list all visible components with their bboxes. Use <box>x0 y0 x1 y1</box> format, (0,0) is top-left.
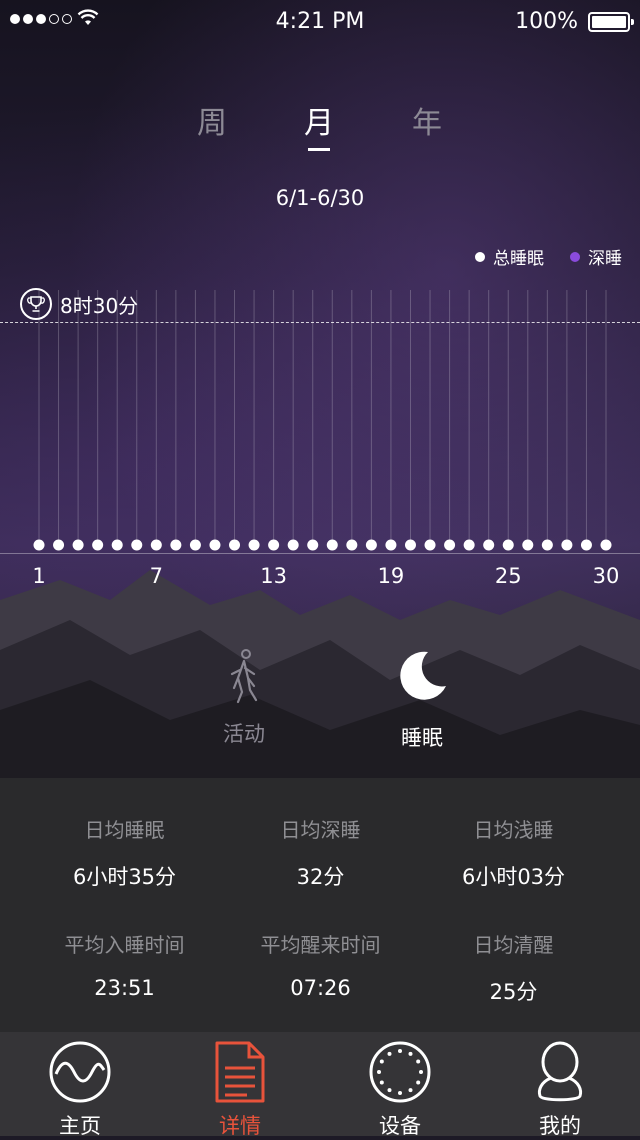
chart-point-day-4[interactable] <box>92 539 104 551</box>
battery-icon <box>588 12 634 32</box>
stat-value: 32分 <box>296 865 345 889</box>
status-bar: 4:21 PM 100% <box>0 0 640 44</box>
active-tab-indicator <box>308 148 330 151</box>
chart-point-day-3[interactable] <box>72 539 84 551</box>
person-icon <box>537 1041 583 1102</box>
date-range: 6/1-6/30 <box>275 186 365 210</box>
stat-value: 6小时35分 <box>72 865 177 889</box>
mode-sleep-label: 睡眠 <box>401 726 443 750</box>
chart-legend: 总睡眠 深睡 <box>475 244 622 269</box>
chart-point-day-20[interactable] <box>404 539 416 551</box>
trophy-icon <box>20 288 52 320</box>
moon-icon <box>400 651 446 700</box>
goal-line <box>0 322 640 323</box>
tab-me[interactable]: 我的 <box>480 1040 640 1140</box>
chart-point-day-14[interactable] <box>287 539 299 551</box>
period-tabs: 周 月 年 <box>0 98 640 151</box>
tab-details[interactable]: 详情 <box>160 1040 320 1140</box>
chart-point-day-10[interactable] <box>209 539 221 551</box>
x-tick-label: 1 <box>32 564 45 588</box>
chart-point-day-27[interactable] <box>541 539 553 551</box>
chart-point-day-8[interactable] <box>170 539 182 551</box>
x-tick-label: 13 <box>260 564 287 588</box>
tab-week-label: 周 <box>197 106 227 141</box>
stat-avg-light-sleep: 日均浅睡 6小时03分 <box>407 814 620 891</box>
x-tick-label: 25 <box>495 564 522 588</box>
document-icon <box>215 1041 265 1103</box>
chart-point-day-5[interactable] <box>111 539 123 551</box>
stat-value: 23:51 <box>94 976 155 1000</box>
tab-device[interactable]: 设备 <box>320 1040 480 1140</box>
stat-value: 6小时03分 <box>461 865 566 889</box>
chart-point-day-1[interactable] <box>33 539 45 551</box>
stat-value: 25分 <box>489 980 538 1004</box>
chart-point-day-28[interactable] <box>561 539 573 551</box>
stat-avg-bedtime: 平均入睡时间 23:51 <box>18 929 231 1000</box>
stat-avg-deep-sleep: 日均深睡 32分 <box>214 814 427 891</box>
chart-point-day-2[interactable] <box>53 539 65 551</box>
stat-title: 日均深睡 <box>280 818 361 842</box>
stat-title: 日均浅睡 <box>473 818 554 842</box>
sleep-goal-label: 8时30分 <box>60 293 139 318</box>
wave-circle-icon <box>49 1041 111 1103</box>
chart-point-day-6[interactable] <box>131 539 143 551</box>
legend-total-dot <box>475 251 485 262</box>
chart-point-day-12[interactable] <box>248 539 260 551</box>
chart-point-day-19[interactable] <box>385 539 397 551</box>
battery-percentage: 100% <box>515 9 578 34</box>
bottom-tab-bar: 主页 详情 设备 我的 <box>0 1032 640 1138</box>
chart-point-day-16[interactable] <box>326 539 338 551</box>
chart-point-day-13[interactable] <box>268 539 280 551</box>
tab-year-label: 年 <box>412 106 442 141</box>
x-tick-label: 30 <box>593 564 620 588</box>
walking-icon <box>230 649 258 704</box>
stat-title: 日均睡眠 <box>84 818 165 842</box>
mode-sleep[interactable]: 睡眠 <box>352 648 492 752</box>
tab-week[interactable]: 周 <box>182 98 242 142</box>
chart-point-day-25[interactable] <box>502 539 514 551</box>
tab-home[interactable]: 主页 <box>0 1040 160 1140</box>
legend-deep-label: 深睡 <box>588 249 622 269</box>
chart-point-day-23[interactable] <box>463 539 475 551</box>
stat-title: 平均醒来时间 <box>260 933 381 957</box>
stat-value: 07:26 <box>290 976 351 1000</box>
chart-point-day-7[interactable] <box>150 539 162 551</box>
tab-month-label: 月 <box>304 106 334 141</box>
chart-point-day-9[interactable] <box>189 539 201 551</box>
stat-title: 平均入睡时间 <box>64 933 185 957</box>
chart-point-day-15[interactable] <box>307 539 319 551</box>
mode-activity-label: 活动 <box>223 722 265 746</box>
sleep-goal: 8时30分 <box>20 288 138 320</box>
watch-dial-icon <box>369 1041 431 1103</box>
chart-point-day-29[interactable] <box>580 539 592 551</box>
chart-point-day-18[interactable] <box>365 539 377 551</box>
chart-point-day-22[interactable] <box>444 539 456 551</box>
sleep-chart: 1 7 13 19 25 30 <box>32 290 620 588</box>
stat-title: 日均清醒 <box>473 933 554 957</box>
chart-point-day-26[interactable] <box>522 539 534 551</box>
stat-avg-wake-time: 平均醒来时间 07:26 <box>214 929 427 1000</box>
chart-point-day-24[interactable] <box>483 539 495 551</box>
tab-month[interactable]: 月 <box>289 98 349 151</box>
x-tick-label: 19 <box>378 564 405 588</box>
chart-point-day-17[interactable] <box>346 539 358 551</box>
chart-baseline <box>0 553 640 554</box>
legend-deep-dot <box>570 251 580 262</box>
sleep-stats-panel: 日均睡眠 6小时35分 日均深睡 32分 日均浅睡 6小时03分 平均入睡时间 … <box>0 778 640 1032</box>
legend-total-label: 总睡眠 <box>493 249 544 269</box>
stat-avg-awake: 日均清醒 25分 <box>407 929 620 1006</box>
chart-point-day-21[interactable] <box>424 539 436 551</box>
x-tick-label: 7 <box>150 564 163 588</box>
chart-point-day-30[interactable] <box>600 539 612 551</box>
mode-activity[interactable]: 活动 <box>174 648 314 748</box>
tab-year[interactable]: 年 <box>397 98 457 142</box>
chart-point-day-11[interactable] <box>229 539 241 551</box>
stat-avg-sleep: 日均睡眠 6小时35分 <box>18 814 231 891</box>
